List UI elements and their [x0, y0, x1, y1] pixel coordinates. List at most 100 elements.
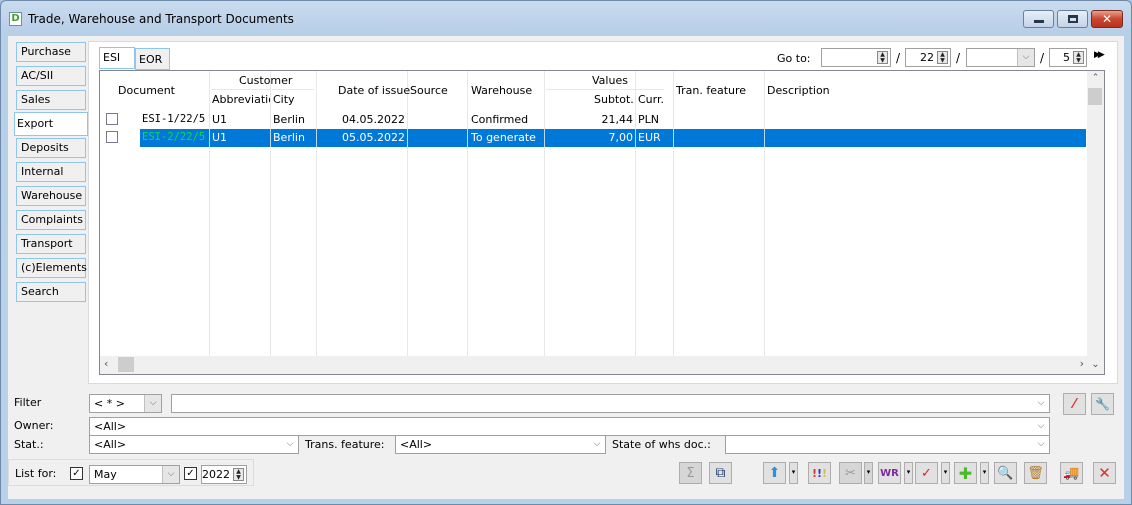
- spinner-icon[interactable]: ▲ ▼: [1073, 51, 1084, 64]
- chevron-down-icon[interactable]: ⌵: [588, 436, 605, 453]
- row-checkbox[interactable]: [106, 131, 118, 143]
- sidebar-item-transport[interactable]: Transport: [16, 234, 86, 254]
- scroll-left-icon[interactable]: ‹: [104, 357, 108, 370]
- tools-dropdown[interactable]: ▾: [864, 462, 873, 484]
- export-bucket-icon: ⬆: [768, 465, 781, 481]
- binders-icon: !!!: [811, 466, 828, 480]
- horizontal-scrollbar[interactable]: ‹ ›: [100, 356, 1087, 374]
- sidebar-item-search[interactable]: Search: [16, 282, 86, 302]
- sidebar-item-complaints[interactable]: Complaints: [16, 210, 86, 230]
- transport-button[interactable]: 🚚: [1060, 462, 1083, 484]
- wr-document-dropdown[interactable]: ▾: [904, 462, 913, 484]
- cell-abbreviation: U1: [212, 131, 228, 144]
- minimize-icon: [1034, 20, 1044, 23]
- separator: /: [896, 51, 901, 65]
- chevron-down-icon[interactable]: ⌵: [1032, 418, 1049, 435]
- clear-filter-button[interactable]: ⁄: [1063, 393, 1086, 415]
- export-button[interactable]: ⬆: [763, 462, 786, 484]
- sidebar-item-purchase[interactable]: Purchase: [16, 42, 86, 62]
- chevron-down-icon[interactable]: ⌵: [144, 395, 161, 412]
- month-checkbox[interactable]: ✓: [70, 467, 83, 480]
- view-button[interactable]: 🔍: [994, 462, 1017, 484]
- sidebar-item-deposits[interactable]: Deposits: [16, 138, 86, 158]
- goto-field-1[interactable]: ▲ ▼: [821, 48, 891, 67]
- header-source[interactable]: Source: [410, 84, 448, 97]
- approve-button[interactable]: ✓: [915, 462, 938, 484]
- goto-field-4[interactable]: 5 ▲ ▼: [1049, 48, 1087, 67]
- spinner-icon[interactable]: ▲ ▼: [233, 468, 244, 481]
- scroll-thumb[interactable]: [118, 357, 134, 372]
- scroll-down-icon[interactable]: ⌄: [1087, 356, 1104, 374]
- goto-field-2[interactable]: 22 ▲ ▼: [905, 48, 951, 67]
- chevron-down-icon[interactable]: ⌵: [1032, 436, 1049, 453]
- header-subtotal[interactable]: Subtot.: [594, 93, 634, 106]
- tab-eor[interactable]: EOR: [135, 48, 170, 70]
- table-row[interactable]: ESI-1/22/5 U1 Berlin 04.05.2022 Confirme…: [100, 111, 1086, 129]
- cell-currency: EUR: [638, 131, 661, 144]
- separator: /: [956, 51, 961, 65]
- spinner-icon[interactable]: ▲ ▼: [877, 51, 888, 64]
- sidebar-item-c-elements[interactable]: (c)Elements: [16, 258, 87, 278]
- chevron-down-icon[interactable]: ⌵: [281, 436, 298, 453]
- wr-document-button[interactable]: WR: [878, 462, 901, 484]
- sidebar-item-warehouse[interactable]: Warehouse: [16, 186, 86, 206]
- close-window-button[interactable]: ✕: [1091, 10, 1123, 28]
- title-bar[interactable]: D Trade, Warehouse and Transport Documen…: [1, 1, 1131, 37]
- filter-text-input[interactable]: ⌵: [171, 394, 1050, 413]
- header-description[interactable]: Description: [767, 84, 830, 97]
- spinner-icon[interactable]: ▲ ▼: [937, 51, 948, 64]
- chevron-down-icon[interactable]: ⌵: [1032, 395, 1049, 412]
- stat-label: Stat.:: [14, 438, 44, 451]
- chevron-down-icon[interactable]: ⌵: [1017, 49, 1034, 66]
- scroll-right-icon[interactable]: ›: [1080, 357, 1084, 370]
- header-document[interactable]: Document: [118, 84, 175, 97]
- sidebar-item-sales[interactable]: Sales: [16, 90, 86, 110]
- tab-esi[interactable]: ESI: [99, 47, 135, 69]
- minimize-button[interactable]: [1023, 10, 1054, 28]
- sidebar-item-ac-sii[interactable]: AC/SII: [16, 66, 86, 86]
- sidebar-item-internal[interactable]: Internal: [16, 162, 86, 182]
- year-spinner[interactable]: 2022 ▲ ▼: [201, 465, 247, 484]
- app-window: D Trade, Warehouse and Transport Documen…: [0, 0, 1132, 505]
- header-abbreviation[interactable]: Abbreviation: [212, 93, 270, 106]
- scroll-thumb[interactable]: [1088, 88, 1102, 105]
- header-currency[interactable]: Curr.: [638, 93, 664, 106]
- checkmark-icon: ✓: [921, 465, 932, 481]
- copy-documents-button[interactable]: ⧉: [709, 462, 732, 484]
- vertical-scrollbar[interactable]: ⌃: [1087, 71, 1104, 358]
- goto-button-fast-forward-icon[interactable]: ▶▶: [1094, 50, 1107, 63]
- add-dropdown[interactable]: ▾: [980, 462, 989, 484]
- filter-settings-button[interactable]: 🔧: [1091, 393, 1114, 415]
- whs-state-combo[interactable]: ⌵: [725, 435, 1050, 454]
- header-city[interactable]: City: [273, 93, 295, 106]
- month-combo[interactable]: May ⌵: [89, 465, 180, 484]
- header-values: Values: [592, 74, 628, 87]
- sidebar-item-export[interactable]: Export: [14, 112, 88, 136]
- tools-button[interactable]: ✂: [839, 462, 862, 484]
- row-checkbox[interactable]: [106, 113, 118, 125]
- close-button[interactable]: ✕: [1093, 462, 1116, 484]
- header-tran-feature[interactable]: Tran. feature: [676, 84, 746, 97]
- table-row-selected[interactable]: ESI-2/22/5 U1 Berlin 05.05.2022 To gener…: [100, 129, 1086, 147]
- stat-combo[interactable]: <All> ⌵: [89, 435, 299, 454]
- wrench-icon: 🔧: [1095, 397, 1110, 411]
- client-area: Purchase AC/SII Sales Export Deposits In…: [8, 36, 1124, 499]
- sum-button[interactable]: Σ: [679, 462, 702, 484]
- trans-feature-combo[interactable]: <All> ⌵: [395, 435, 606, 454]
- binders-button[interactable]: !!!: [808, 462, 831, 484]
- export-dropdown[interactable]: ▾: [789, 462, 798, 484]
- chevron-down-icon[interactable]: ⌵: [162, 466, 179, 483]
- approve-dropdown[interactable]: ▾: [941, 462, 950, 484]
- scroll-up-icon[interactable]: ⌃: [1087, 73, 1104, 83]
- add-button[interactable]: ✚: [954, 462, 977, 484]
- cell-subtotal: 7,00: [608, 131, 634, 144]
- delete-button[interactable]: 🗑: [1024, 462, 1047, 484]
- maximize-button[interactable]: [1057, 10, 1088, 28]
- header-date-of-issue[interactable]: Date of issue: [338, 84, 410, 97]
- cell-date: 05.05.2022: [342, 131, 405, 144]
- header-warehouse[interactable]: Warehouse: [471, 84, 532, 97]
- filter-combo[interactable]: < * > ⌵: [89, 394, 162, 413]
- goto-field-3[interactable]: ⌵: [966, 48, 1035, 67]
- year-checkbox[interactable]: ✓: [184, 467, 197, 480]
- owner-combo[interactable]: <All> ⌵: [89, 417, 1050, 436]
